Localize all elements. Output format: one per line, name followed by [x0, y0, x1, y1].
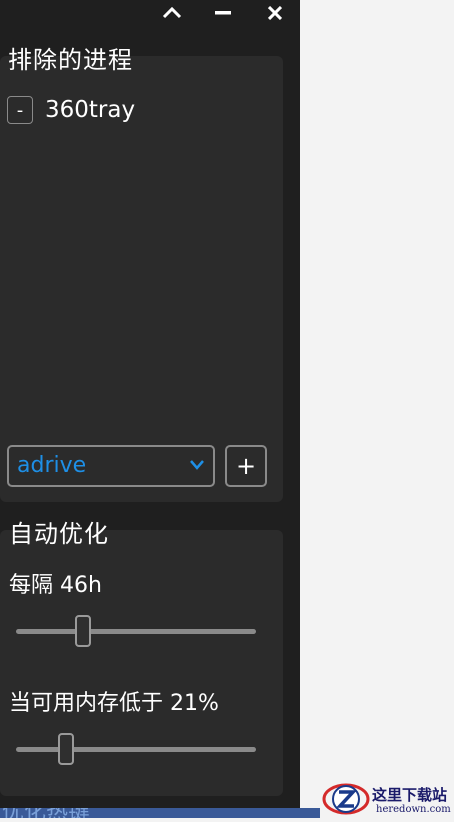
watermark-title: 这里下载站 [372, 786, 448, 804]
excluded-processes-title: 排除的进程 [8, 46, 133, 74]
interval-slider-track[interactable] [16, 629, 256, 634]
watermark-site: heredown.com [376, 804, 451, 815]
watermark-logo-icon [322, 783, 370, 815]
interval-label: 每隔 46h [9, 573, 102, 598]
title-bar [0, 0, 300, 28]
remove-process-button[interactable]: - [7, 96, 33, 124]
memory-threshold-label: 当可用内存低于 21% [9, 691, 219, 716]
chevron-up-icon [162, 7, 182, 19]
chevron-down-icon [190, 460, 204, 470]
close-icon [268, 6, 282, 20]
site-watermark: 这里下载站 heredown.com [320, 778, 454, 818]
process-select-value: adrive [17, 453, 87, 478]
close-button[interactable] [261, 0, 289, 26]
add-process-button[interactable]: + [225, 445, 267, 487]
settings-panel: 排除的进程 - 360tray adrive + 自动优化 每隔 46h 当可用… [0, 0, 300, 818]
list-item: - 360tray [7, 94, 135, 126]
process-select[interactable]: adrive [7, 445, 215, 487]
auto-optimize-title: 自动优化 [9, 520, 109, 548]
minimize-icon [215, 11, 231, 15]
memory-slider-track[interactable] [16, 747, 256, 752]
hotkey-section-partial: 优化热键 [0, 808, 320, 818]
minimize-button[interactable] [209, 0, 237, 26]
collapse-button[interactable] [158, 0, 186, 26]
process-name: 360tray [45, 97, 136, 123]
interval-slider-thumb[interactable] [75, 615, 92, 647]
memory-slider-thumb[interactable] [58, 733, 75, 765]
hotkey-section-title: 优化热键 [2, 808, 90, 818]
